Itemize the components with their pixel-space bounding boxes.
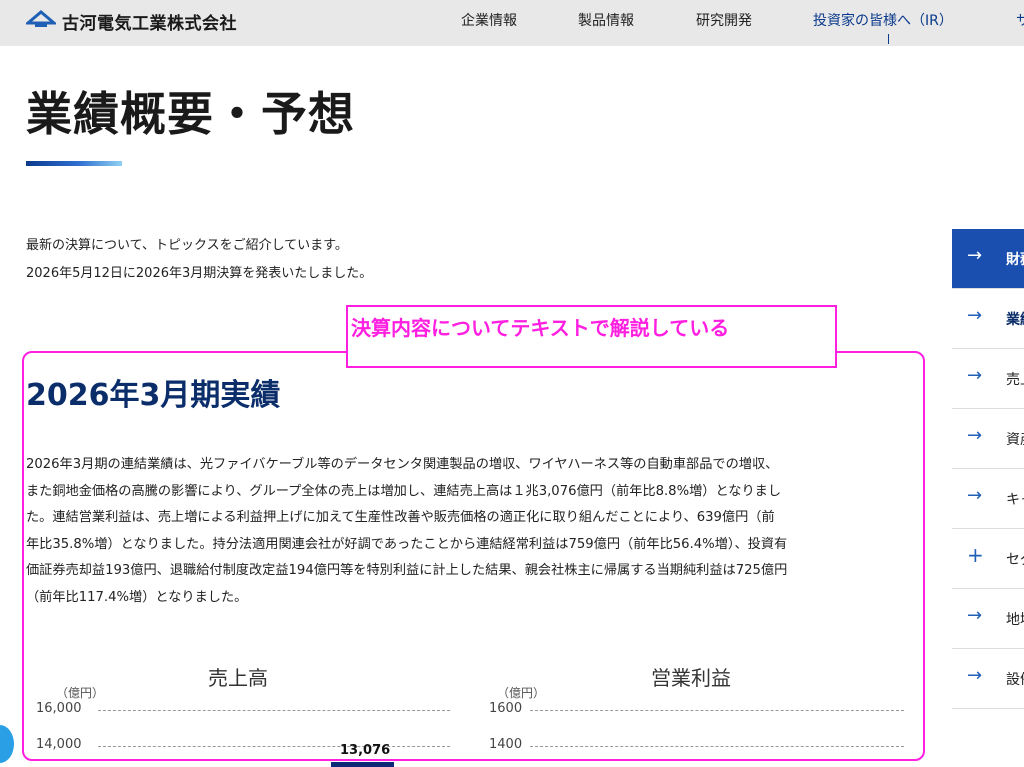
arrow-right-icon: → bbox=[967, 365, 983, 386]
sidebar-item-label: 地域 bbox=[1006, 612, 1024, 628]
chart-title-operating-income: 営業利益 bbox=[651, 666, 731, 690]
site-header: 古河電気工業株式会社 企業情報 製品情報 研究開発 投資家の皆様へ（IR） サ bbox=[0, 0, 1024, 46]
nav-products[interactable]: 製品情報 bbox=[578, 10, 634, 30]
section-heading: 2026年3月期実績 bbox=[26, 378, 281, 413]
y-tick-label: 1400 bbox=[489, 737, 523, 752]
nav-investors[interactable]: 投資家の皆様へ（IR） bbox=[813, 10, 953, 30]
sidebar-item-sales[interactable]: → 売上 bbox=[952, 349, 1024, 409]
company-logo[interactable]: 古河電気工業株式会社 bbox=[26, 8, 237, 34]
intro-text-1: 最新の決算について、トピックスをご紹介しています。 bbox=[26, 238, 348, 253]
arrow-right-icon: → bbox=[967, 305, 983, 326]
results-paragraph: 2026年3月期の連結業績は、光ファイバケーブル等のデータセンタ関連製品の増収、… bbox=[26, 452, 908, 611]
arrow-right-icon: → bbox=[967, 245, 983, 266]
nav-overflow-item[interactable]: サ bbox=[1016, 10, 1024, 30]
sidebar-item-cashflow[interactable]: → キャ bbox=[952, 469, 1024, 529]
sidebar-item-label: 財務 bbox=[1006, 252, 1024, 268]
paragraph-line: （前年比117.4%増）となりました。 bbox=[26, 589, 248, 605]
sidebar-item-label: 資産 bbox=[1006, 432, 1024, 448]
sidebar-item-region[interactable]: → 地域 bbox=[952, 589, 1024, 649]
paragraph-line: 価証券売却益193億円、退職給付制度改定益194億円等を特別利益に計上した結果、… bbox=[26, 563, 788, 578]
chart-unit-operating-income: （億円） bbox=[497, 686, 546, 700]
y-tick-label: 14,000 bbox=[36, 737, 82, 752]
gridline bbox=[530, 746, 904, 747]
sidebar-item-assets[interactable]: → 資産 bbox=[952, 409, 1024, 469]
chart-unit-sales: （億円） bbox=[56, 686, 105, 700]
page-top-button[interactable] bbox=[0, 725, 14, 763]
sidebar-item-label: キャ bbox=[1006, 492, 1024, 508]
paragraph-line: 年比35.8%増）となりました。持分法適用関連会社が好調であったことから連結経常… bbox=[26, 536, 788, 552]
sidebar-item-label: 設備 bbox=[1006, 672, 1024, 688]
plus-icon: + bbox=[967, 543, 984, 567]
sidebar-item-segment[interactable]: + セグ bbox=[952, 529, 1024, 589]
arrow-right-icon: → bbox=[967, 665, 983, 686]
company-logo-icon bbox=[26, 10, 56, 27]
arrow-right-icon: → bbox=[967, 485, 983, 506]
arrow-right-icon: → bbox=[967, 605, 983, 626]
nav-active-indicator bbox=[888, 34, 889, 44]
nav-corporate-info[interactable]: 企業情報 bbox=[461, 10, 517, 30]
bar-sales-current bbox=[331, 762, 394, 767]
gridline bbox=[98, 710, 450, 711]
bar-data-label: 13,076 bbox=[340, 743, 391, 758]
company-name: 古河電気工業株式会社 bbox=[62, 13, 237, 34]
y-tick-label: 1600 bbox=[489, 701, 523, 716]
sidebar-item-label: 業績 bbox=[1006, 312, 1024, 328]
title-accent-bar bbox=[26, 161, 122, 166]
callout-label: 決算内容についてテキストで解説している bbox=[346, 305, 837, 368]
sidebar-item-capex[interactable]: → 設備 bbox=[952, 649, 1024, 709]
page-title: 業績概要・予想 bbox=[26, 87, 355, 141]
paragraph-line: 2026年3月期の連結業績は、光ファイバケーブル等のデータセンタ関連製品の増収、… bbox=[26, 457, 779, 472]
sidebar-item-label: 売上 bbox=[1006, 372, 1024, 388]
nav-research[interactable]: 研究開発 bbox=[696, 10, 752, 30]
sidebar-item-label: セグ bbox=[1006, 552, 1024, 568]
chart-title-sales: 売上高 bbox=[208, 666, 268, 690]
arrow-right-icon: → bbox=[967, 425, 983, 446]
paragraph-line: また銅地金価格の高騰の影響により、グループ全体の売上は増加し、連結売上高は１兆3… bbox=[26, 483, 782, 499]
gridline bbox=[530, 710, 904, 711]
paragraph-line: た。連結営業利益は、売上増による利益押上げに加えて生産性改善や販売価格の適正化に… bbox=[26, 510, 775, 525]
y-tick-label: 16,000 bbox=[36, 701, 82, 716]
sidebar-item-financial[interactable]: → 財務 bbox=[952, 229, 1024, 289]
gridline bbox=[98, 746, 450, 747]
intro-text-2: 2026年5月12日に2026年3月期決算を発表いたしました。 bbox=[26, 266, 373, 281]
sidebar-item-results[interactable]: → 業績 bbox=[952, 289, 1024, 349]
